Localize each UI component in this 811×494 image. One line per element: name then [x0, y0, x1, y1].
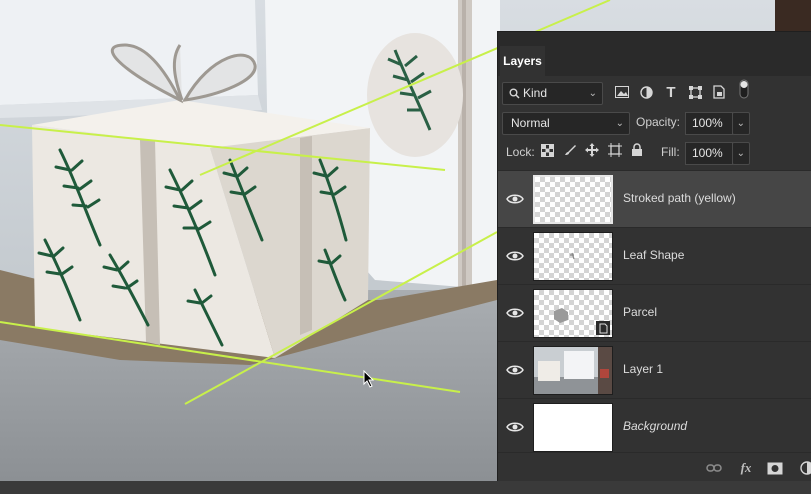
lock-position-icon[interactable] — [585, 143, 599, 157]
status-bar — [0, 481, 811, 494]
smart-object-filter-icon[interactable] — [712, 85, 726, 99]
layer-thumbnail — [533, 289, 613, 338]
layer-style-fx-icon[interactable]: fx — [737, 459, 755, 477]
filter-toggle-icon[interactable] — [737, 79, 751, 99]
visibility-eye-icon[interactable] — [506, 304, 524, 322]
visibility-eye-icon[interactable] — [506, 361, 524, 379]
blend-mode-value: Normal — [511, 116, 550, 130]
blend-mode-dropdown[interactable]: Normal ⌄ — [502, 112, 630, 135]
fill-slider-button[interactable]: ⌄ — [732, 142, 750, 165]
chevron-down-icon: ⌄ — [736, 148, 745, 159]
search-icon — [509, 88, 520, 99]
layer-thumbnail — [533, 232, 613, 281]
layer-thumbnail — [533, 403, 613, 452]
layer-thumbnail — [533, 175, 613, 224]
leaf-thumb-icon — [570, 252, 575, 260]
type-filter-icon[interactable]: T — [664, 84, 678, 101]
layer-row[interactable]: Leaf Shape — [498, 227, 811, 284]
layers-bottom-toolbar: fx — [498, 452, 811, 483]
chevron-down-icon: ⌄ — [615, 118, 624, 129]
layer-name: Parcel — [623, 305, 658, 319]
opacity-label: Opacity: — [636, 115, 681, 129]
layer-row[interactable]: Layer 1 — [498, 341, 811, 398]
new-adjustment-layer-icon[interactable] — [798, 459, 811, 477]
layer-name: Stroked path (yellow) — [623, 191, 736, 205]
layers-panel: Layers Kind ⌄ T Normal ⌄ Opacity: 100% ⌄… — [497, 31, 811, 483]
layer-thumbnail — [533, 346, 613, 395]
filter-kind-label: Kind — [523, 86, 548, 100]
lock-all-icon[interactable] — [630, 143, 644, 157]
adjustment-filter-icon[interactable] — [639, 85, 653, 99]
lock-transparent-pixels-icon[interactable] — [540, 143, 554, 157]
opacity-input[interactable]: 100% — [685, 112, 733, 135]
layer-name: Leaf Shape — [623, 248, 685, 262]
image-filter-icon[interactable] — [615, 85, 629, 99]
tab-layers[interactable]: Layers — [500, 46, 545, 76]
layer-row[interactable]: Stroked path (yellow) — [498, 170, 811, 227]
visibility-eye-icon[interactable] — [506, 247, 524, 265]
chevron-down-icon: ⌄ — [736, 118, 745, 129]
shape-filter-icon[interactable] — [688, 85, 702, 99]
filter-kind-dropdown[interactable]: Kind ⌄ — [502, 82, 603, 105]
visibility-eye-icon[interactable] — [506, 418, 524, 436]
layer-row[interactable]: Background — [498, 398, 811, 455]
opacity-slider-button[interactable]: ⌄ — [732, 112, 750, 135]
visibility-eye-icon[interactable] — [506, 190, 524, 208]
layer-name: Layer 1 — [623, 362, 664, 376]
chevron-down-icon: ⌄ — [588, 88, 597, 99]
panel-header: Layers — [498, 32, 811, 76]
link-layers-icon[interactable] — [705, 459, 723, 477]
lock-artboard-icon[interactable] — [608, 143, 622, 157]
add-mask-icon[interactable] — [766, 459, 784, 477]
lock-label: Lock: — [506, 145, 535, 159]
layer-row[interactable]: Parcel — [498, 284, 811, 341]
mouse-cursor-icon — [363, 370, 375, 388]
photo-thumb-icon — [534, 347, 612, 394]
parcel-thumb-icon — [554, 308, 610, 335]
fill-input[interactable]: 100% — [685, 142, 733, 165]
lock-image-pixels-icon[interactable] — [563, 143, 577, 157]
layer-name: Background — [623, 419, 688, 433]
fill-label: Fill: — [661, 145, 680, 159]
